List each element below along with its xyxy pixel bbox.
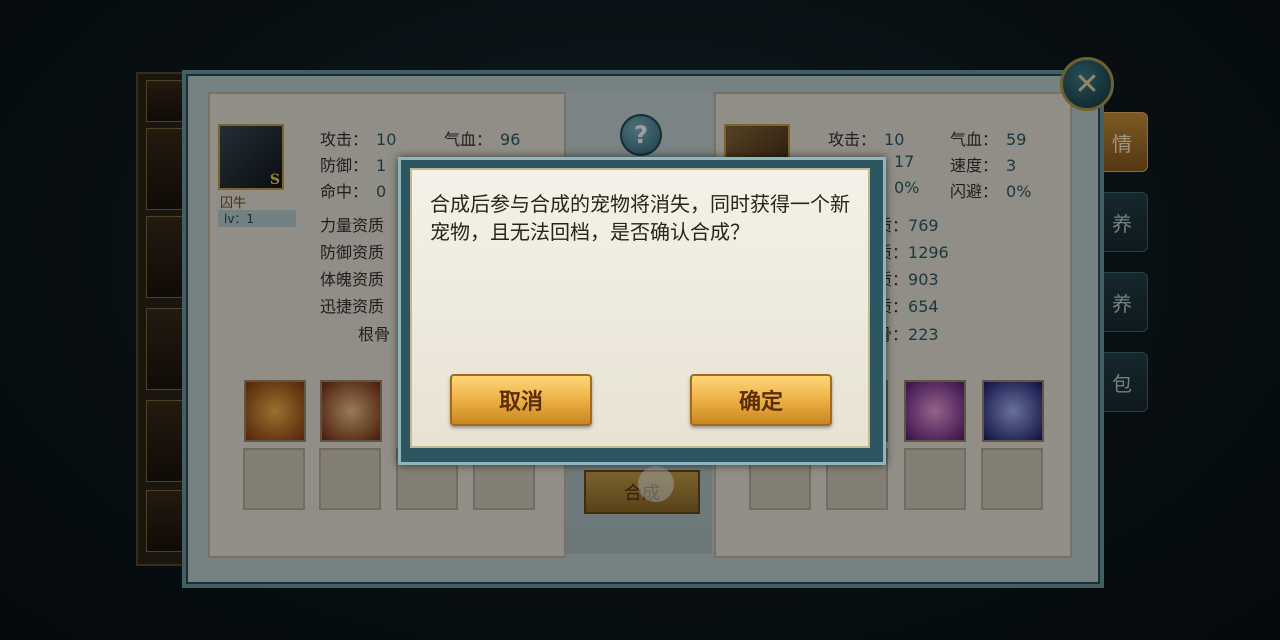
cancel-button[interactable]: 取消 (450, 374, 592, 426)
confirm-dialog-message: 合成后参与合成的宠物将消失，同时获得一个新宠物，且无法回档，是否确认合成？ (430, 192, 850, 244)
confirm-button[interactable]: 确定 (690, 374, 832, 426)
confirm-button-label: 确定 (738, 390, 783, 415)
cancel-button-label: 取消 (498, 390, 543, 415)
